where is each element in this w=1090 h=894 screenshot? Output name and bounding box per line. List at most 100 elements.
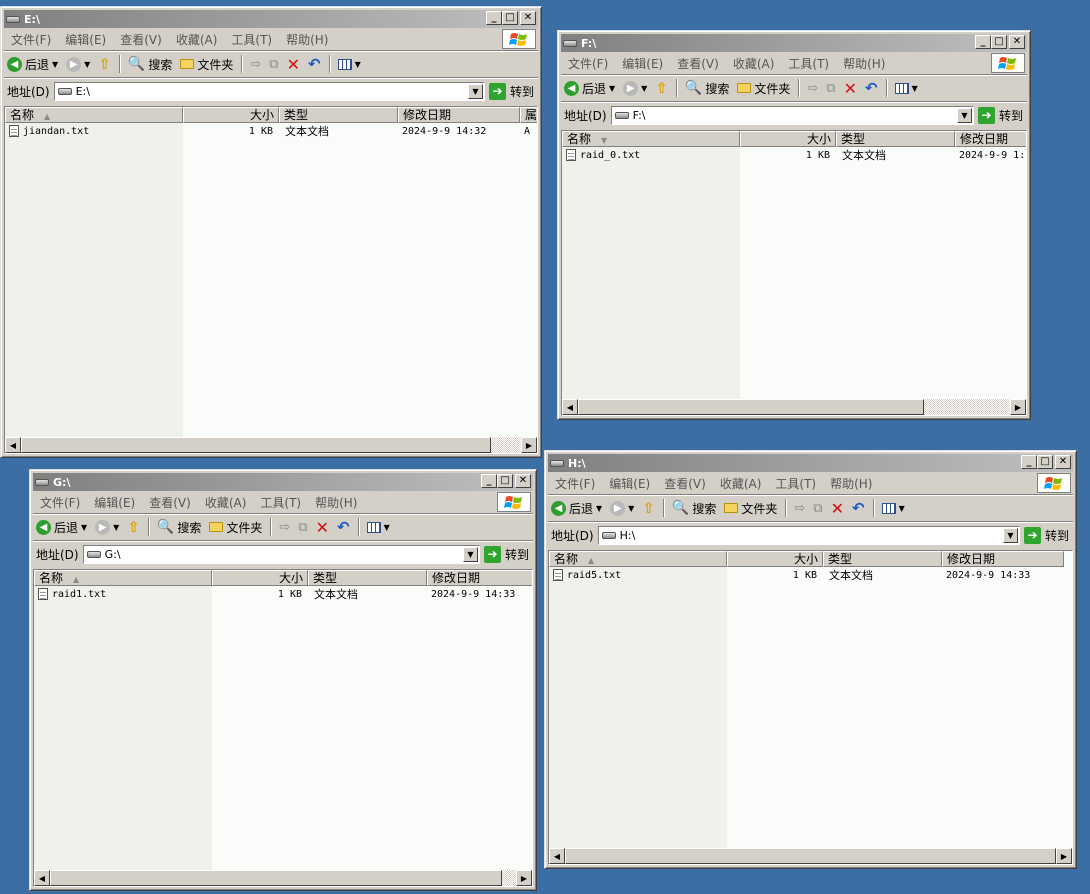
delete-button[interactable]: ✕ xyxy=(284,55,303,74)
folders-button[interactable]: 文件夹 xyxy=(721,500,780,517)
column-name[interactable]: 名称 ▼ xyxy=(562,131,740,147)
menu-favorites[interactable]: 收藏(A) xyxy=(169,31,225,48)
up-folder-button[interactable]: ⇧ xyxy=(652,79,671,97)
address-input[interactable]: F:\ ▼ xyxy=(610,105,974,125)
folders-button[interactable]: 文件夹 xyxy=(734,80,793,97)
delete-button[interactable]: ✕ xyxy=(841,79,860,98)
move-to-button[interactable]: ⇨ xyxy=(804,81,821,96)
menu-file[interactable]: 文件(F) xyxy=(561,55,615,72)
search-button[interactable]: 🔍 搜索 xyxy=(669,500,719,517)
minimize-button[interactable]: _ xyxy=(481,474,497,488)
go-button[interactable]: ➔ 转到 xyxy=(483,545,533,563)
address-input[interactable]: G:\ ▼ xyxy=(82,544,480,564)
search-button[interactable]: 🔍 搜索 xyxy=(125,56,175,73)
file-list[interactable]: 名称 ▲ 大小 类型 修改日期 属 jiandan.txt 1 KB 文本文档 2… xyxy=(4,106,538,454)
chevron-down-icon[interactable]: ▼ xyxy=(641,84,647,93)
forward-button[interactable]: ▶ ▼ xyxy=(620,80,650,96)
file-row[interactable]: raid1.txt 1 KB 文本文档 2024-9-9 14:33 xyxy=(34,586,532,602)
copy-to-button[interactable]: ⧉ xyxy=(266,57,281,72)
up-folder-button[interactable]: ⇧ xyxy=(639,499,658,517)
menu-tools[interactable]: 工具(T) xyxy=(253,494,308,511)
menu-file[interactable]: 文件(F) xyxy=(4,31,58,48)
copy-to-button[interactable]: ⧉ xyxy=(823,81,838,96)
undo-button[interactable]: ↶ xyxy=(334,518,353,536)
views-button[interactable]: ▼ xyxy=(335,58,364,70)
up-folder-button[interactable]: ⇧ xyxy=(124,518,143,536)
scroll-left-button[interactable]: ◀ xyxy=(5,437,21,453)
scroll-right-button[interactable]: ▶ xyxy=(1056,848,1072,864)
maximize-button[interactable]: □ xyxy=(497,474,513,488)
menu-edit[interactable]: 编辑(E) xyxy=(58,31,113,48)
file-list[interactable]: 名称 ▼ 大小 类型 修改日期 raid_0.txt 1 KB 文本文档 2024… xyxy=(561,130,1027,416)
address-input[interactable]: H:\ ▼ xyxy=(597,525,1020,545)
column-date[interactable]: 修改日期 xyxy=(955,131,1026,147)
menu-edit[interactable]: 编辑(E) xyxy=(87,494,142,511)
go-button[interactable]: ➔ 转到 xyxy=(977,106,1027,124)
minimize-button[interactable]: _ xyxy=(1021,455,1037,469)
menu-file[interactable]: 文件(F) xyxy=(548,475,602,492)
chevron-down-icon[interactable]: ▼ xyxy=(113,523,119,532)
column-date[interactable]: 修改日期 xyxy=(942,551,1064,567)
column-size[interactable]: 大小 xyxy=(740,131,836,147)
address-dropdown-button[interactable]: ▼ xyxy=(956,107,972,123)
scroll-thumb[interactable] xyxy=(50,870,503,886)
column-name[interactable]: 名称 ▲ xyxy=(549,551,727,567)
back-button[interactable]: ◀ 后退 ▼ xyxy=(4,56,61,73)
search-button[interactable]: 🔍 搜索 xyxy=(682,80,732,97)
column-type[interactable]: 类型 xyxy=(308,570,427,586)
views-button[interactable]: ▼ xyxy=(892,82,921,94)
column-date[interactable]: 修改日期 xyxy=(427,570,532,586)
menu-tools[interactable]: 工具(T) xyxy=(768,475,823,492)
minimize-button[interactable]: _ xyxy=(486,11,502,25)
explorer-window-h[interactable]: H:\ _ □ ✕ 文件(F) 编辑(E) 查看(V) 收藏(A) 工具(T) … xyxy=(544,450,1077,869)
horizontal-scrollbar[interactable]: ◀ ▶ xyxy=(5,437,537,453)
forward-button[interactable]: ▶ ▼ xyxy=(607,500,637,516)
undo-button[interactable]: ↶ xyxy=(305,55,324,73)
horizontal-scrollbar[interactable]: ◀ ▶ xyxy=(34,870,532,886)
forward-button[interactable]: ▶ ▼ xyxy=(92,519,122,535)
scroll-left-button[interactable]: ◀ xyxy=(562,399,578,415)
address-input[interactable]: E:\ ▼ xyxy=(53,81,485,101)
menu-help[interactable]: 帮助(H) xyxy=(823,475,879,492)
chevron-down-icon[interactable]: ▼ xyxy=(609,84,615,93)
go-button[interactable]: ➔ 转到 xyxy=(1023,526,1073,544)
column-size[interactable]: 大小 xyxy=(212,570,308,586)
title-bar[interactable]: F:\ _ □ ✕ xyxy=(561,34,1027,52)
menu-edit[interactable]: 编辑(E) xyxy=(602,475,657,492)
close-button[interactable]: ✕ xyxy=(515,474,531,488)
scroll-left-button[interactable]: ◀ xyxy=(549,848,565,864)
folders-button[interactable]: 文件夹 xyxy=(177,56,236,73)
menu-favorites[interactable]: 收藏(A) xyxy=(726,55,782,72)
menu-favorites[interactable]: 收藏(A) xyxy=(198,494,254,511)
chevron-down-icon[interactable]: ▼ xyxy=(81,523,87,532)
column-type[interactable]: 类型 xyxy=(823,551,942,567)
scroll-right-button[interactable]: ▶ xyxy=(516,870,532,886)
chevron-down-icon[interactable]: ▼ xyxy=(52,60,58,69)
column-name[interactable]: 名称 ▲ xyxy=(5,107,183,123)
column-attributes[interactable]: 属 xyxy=(520,107,537,123)
column-date[interactable]: 修改日期 xyxy=(398,107,520,123)
column-name[interactable]: 名称 ▲ xyxy=(34,570,212,586)
maximize-button[interactable]: □ xyxy=(1037,455,1053,469)
address-dropdown-button[interactable]: ▼ xyxy=(467,83,483,99)
file-row[interactable]: raid5.txt 1 KB 文本文档 2024-9-9 14:33 xyxy=(549,567,1072,583)
scroll-thumb[interactable] xyxy=(21,437,491,453)
title-bar[interactable]: E:\ _ □ ✕ xyxy=(4,10,538,28)
column-size[interactable]: 大小 xyxy=(727,551,823,567)
menu-favorites[interactable]: 收藏(A) xyxy=(713,475,769,492)
scroll-left-button[interactable]: ◀ xyxy=(34,870,50,886)
menu-view[interactable]: 查看(V) xyxy=(670,55,726,72)
undo-button[interactable]: ↶ xyxy=(849,499,868,517)
back-button[interactable]: ◀ 后退 ▼ xyxy=(561,80,618,97)
file-row[interactable]: jiandan.txt 1 KB 文本文档 2024-9-9 14:32 A xyxy=(5,123,537,139)
scroll-right-button[interactable]: ▶ xyxy=(1010,399,1026,415)
chevron-down-icon[interactable]: ▼ xyxy=(596,504,602,513)
chevron-down-icon[interactable]: ▼ xyxy=(628,504,634,513)
column-type[interactable]: 类型 xyxy=(836,131,955,147)
title-bar[interactable]: G:\ _ □ ✕ xyxy=(33,473,533,491)
menu-view[interactable]: 查看(V) xyxy=(113,31,169,48)
views-button[interactable]: ▼ xyxy=(879,502,908,514)
back-button[interactable]: ◀ 后退 ▼ xyxy=(548,500,605,517)
column-size[interactable]: 大小 xyxy=(183,107,279,123)
menu-file[interactable]: 文件(F) xyxy=(33,494,87,511)
